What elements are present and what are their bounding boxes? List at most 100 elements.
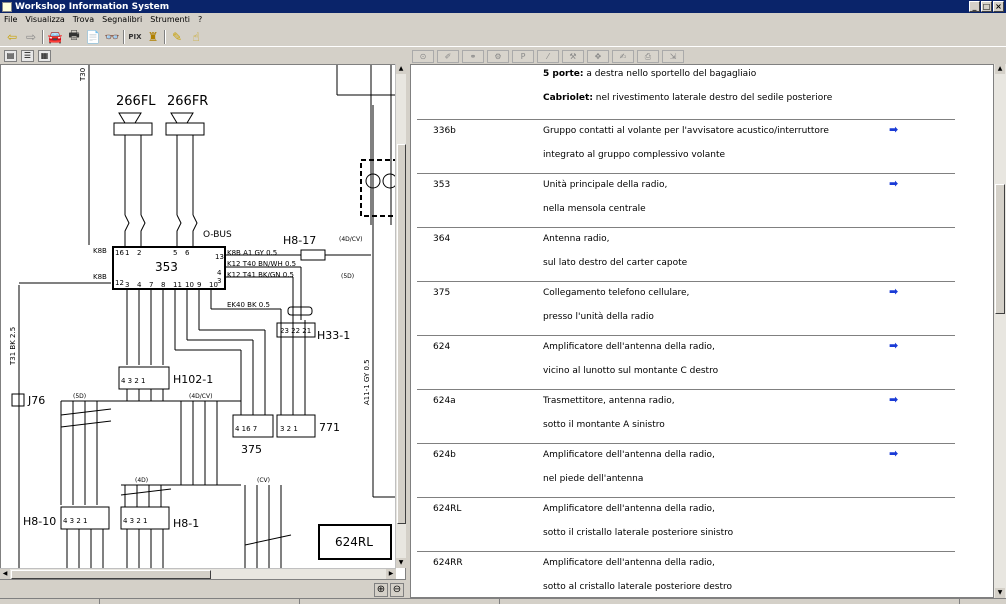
scroll-down-arrow-icon[interactable]: ▼ bbox=[396, 558, 406, 568]
wire-label: K8B bbox=[93, 273, 107, 281]
component-description: Collegamento telefono cellulare, bbox=[543, 288, 690, 298]
speaker-label: 266FL bbox=[116, 94, 156, 109]
minimize-button[interactable]: _ bbox=[969, 1, 980, 12]
link-arrow-icon[interactable]: ➡ bbox=[889, 393, 898, 406]
component-code: 624RR bbox=[433, 558, 463, 568]
link-arrow-icon[interactable]: ➡ bbox=[889, 123, 898, 136]
svg-text:1: 1 bbox=[125, 249, 129, 257]
tool-wrench-icon[interactable]: ⚒ bbox=[562, 49, 584, 63]
component-location: sotto il montante A sinistro bbox=[543, 420, 665, 430]
svg-text:7: 7 bbox=[149, 281, 153, 289]
component-description: Gruppo contatti al volante per l'avvisat… bbox=[543, 126, 829, 136]
scroll-down-arrow-icon[interactable]: ▼ bbox=[995, 588, 1005, 598]
svg-text:23 22 21: 23 22 21 bbox=[280, 327, 311, 335]
tool-pen-icon[interactable]: ✐ bbox=[437, 49, 459, 63]
menu-help[interactable]: ? bbox=[194, 15, 206, 24]
link-arrow-icon[interactable]: ➡ bbox=[889, 339, 898, 352]
scroll-up-arrow-icon[interactable]: ▲ bbox=[995, 64, 1005, 74]
legend-row: 364 Antenna radio, sul lato destro del car… bbox=[417, 227, 955, 281]
menu-strumenti[interactable]: Strumenti bbox=[146, 15, 194, 24]
bookmark-icon[interactable]: ▤ bbox=[4, 50, 17, 62]
connector-label: 375 bbox=[241, 443, 262, 456]
menu-segnalibri[interactable]: Segnalibri bbox=[98, 15, 146, 24]
component-code: 364 bbox=[433, 234, 451, 244]
scroll-up-arrow-icon[interactable]: ▲ bbox=[396, 64, 406, 74]
svg-text:4 16 7: 4 16 7 bbox=[235, 425, 257, 433]
close-button[interactable]: × bbox=[993, 1, 1004, 12]
image-icon[interactable]: ▦ bbox=[38, 50, 51, 62]
svg-text:3: 3 bbox=[125, 281, 129, 289]
variant-label: (5D) bbox=[73, 393, 86, 400]
highlighter-icon[interactable]: ✎ bbox=[169, 29, 185, 45]
connector-label: H33-1 bbox=[317, 329, 350, 342]
scroll-right-arrow-icon[interactable]: ▶ bbox=[386, 569, 396, 579]
forward-arrow-icon[interactable]: ⇨ bbox=[23, 29, 39, 45]
list-icon[interactable]: ☰ bbox=[21, 50, 34, 62]
wiring-diagram[interactable]: T30 266FL 266FR O-BUS 353 H8-17 (4D/CV) … bbox=[1, 65, 397, 569]
print-icon[interactable]: 🖶 bbox=[66, 28, 82, 45]
component-code: 624b bbox=[433, 450, 456, 460]
variant-label: (5D) bbox=[341, 273, 354, 280]
tool-brush-icon[interactable]: ⁄ bbox=[537, 49, 559, 63]
wiring-diagram-pane[interactable]: T30 266FL 266FR O-BUS 353 H8-17 (4D/CV) … bbox=[0, 64, 406, 580]
connector-label: 771 bbox=[319, 421, 340, 434]
scroll-left-arrow-icon[interactable]: ◀ bbox=[0, 569, 10, 579]
status-segment bbox=[500, 599, 960, 604]
component-code: 624a bbox=[433, 396, 456, 406]
component-description: Amplificatore dell'antenna della radio, bbox=[543, 558, 715, 568]
tool-export-icon[interactable]: ⇲ bbox=[662, 49, 684, 63]
menu-file[interactable]: File bbox=[0, 15, 21, 24]
diagram-vertical-scrollbar[interactable]: ▲ ▼ bbox=[395, 64, 406, 568]
component-description: Unità principale della radio, bbox=[543, 180, 668, 190]
svg-text:13: 13 bbox=[215, 253, 224, 261]
intro-line: 5 porte: a destra nello sportello del ba… bbox=[543, 69, 757, 79]
menu-trova[interactable]: Trova bbox=[69, 15, 98, 24]
intro-lines: 5 porte: a destra nello sportello del ba… bbox=[543, 67, 963, 115]
svg-text:9: 9 bbox=[197, 281, 201, 289]
back-arrow-icon[interactable]: ⇦ bbox=[4, 29, 20, 45]
svg-text:11: 11 bbox=[173, 281, 182, 289]
scroll-thumb[interactable] bbox=[11, 570, 211, 579]
title-bar: Workshop Information System _ □ × bbox=[0, 0, 1006, 13]
link-arrow-icon[interactable]: ➡ bbox=[889, 177, 898, 190]
tool-pix-icon[interactable]: P bbox=[512, 49, 534, 63]
pix-button[interactable]: PIX bbox=[128, 29, 142, 45]
tool-print-icon[interactable]: ⎙ bbox=[637, 49, 659, 63]
legend-row: 624RL Amplificatore dell'antenna della ra… bbox=[417, 497, 955, 551]
diagram-horizontal-scrollbar[interactable]: ◀ ▶ bbox=[0, 568, 396, 579]
pointer-icon[interactable]: ☝ bbox=[188, 29, 204, 45]
zoom-out-icon[interactable]: ⊖ bbox=[390, 583, 404, 597]
binoculars-icon[interactable]: 👓 bbox=[104, 29, 120, 45]
tool-move-icon[interactable]: ✥ bbox=[587, 49, 609, 63]
svg-text:4 3 2 1: 4 3 2 1 bbox=[63, 517, 88, 525]
intro-line: Cabriolet: nel rivestimento laterale des… bbox=[543, 93, 833, 103]
zoom-in-icon[interactable]: ⊕ bbox=[374, 583, 388, 597]
tool-gear-icon[interactable]: ⚙ bbox=[487, 49, 509, 63]
status-segment bbox=[300, 599, 500, 604]
tool-link-icon[interactable]: ⚭ bbox=[462, 49, 484, 63]
link-arrow-icon[interactable]: ➡ bbox=[889, 285, 898, 298]
tool-zoom-icon[interactable]: ⊙ bbox=[412, 49, 434, 63]
legend-row: 336b Gruppo contatti al volante per l'avv… bbox=[417, 119, 955, 173]
diagram-tools: ⊙ ✐ ⚭ ⚙ P ⁄ ⚒ ✥ ✍ ⎙ ⇲ bbox=[412, 48, 684, 64]
svg-text:10: 10 bbox=[185, 281, 194, 289]
svg-text:12: 12 bbox=[115, 279, 124, 287]
tool-note-icon[interactable]: ✍ bbox=[612, 49, 634, 63]
toolbar-separator bbox=[42, 29, 44, 44]
variant-label: (CV) bbox=[257, 477, 270, 484]
car-icon[interactable]: 🚘 bbox=[47, 29, 63, 45]
maximize-button[interactable]: □ bbox=[981, 1, 992, 12]
link-arrow-icon[interactable]: ➡ bbox=[889, 447, 898, 460]
variant-label: (4D/CV) bbox=[339, 236, 362, 243]
variant-label: (4D/CV) bbox=[189, 393, 212, 400]
scroll-thumb[interactable] bbox=[995, 184, 1005, 314]
scroll-thumb[interactable] bbox=[397, 144, 406, 524]
document-vertical-scrollbar[interactable]: ▲ ▼ bbox=[994, 64, 1006, 598]
menu-visualizza[interactable]: Visualizza bbox=[21, 15, 68, 24]
unit-label: 353 bbox=[155, 260, 178, 274]
svg-text:4 3 2 1: 4 3 2 1 bbox=[123, 517, 148, 525]
trophy-icon[interactable]: ♜ bbox=[145, 29, 161, 45]
document-icon[interactable]: 📄 bbox=[85, 29, 101, 45]
wire-label: T31 BK 2.5 bbox=[9, 327, 17, 366]
window-title: Workshop Information System bbox=[15, 1, 170, 12]
